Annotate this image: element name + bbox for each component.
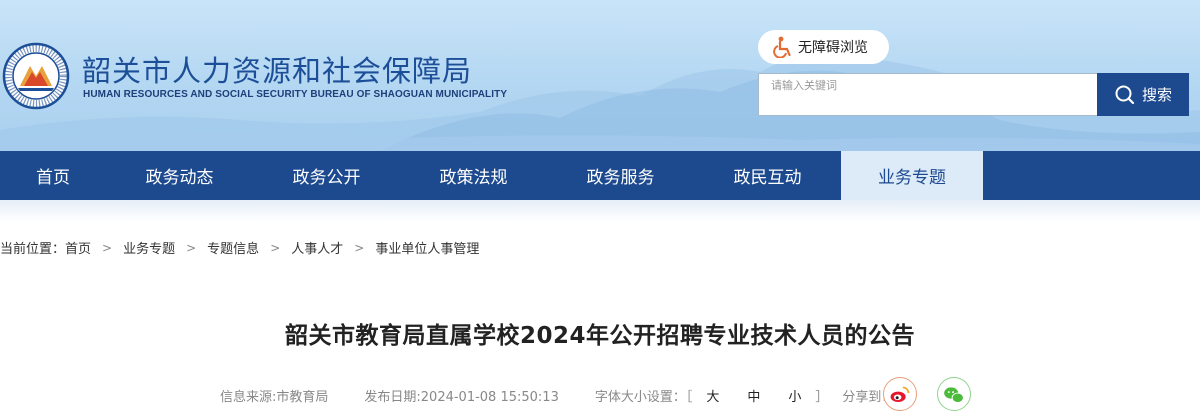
bureau-logo[interactable] <box>2 42 70 110</box>
nav-item-interaction[interactable]: 政民互动 <box>694 151 841 200</box>
breadcrumb-separator: > <box>270 240 281 255</box>
nav-item-topics[interactable]: 业务专题 <box>841 151 983 200</box>
wheelchair-icon <box>773 36 791 58</box>
breadcrumb-item-topics[interactable]: 业务专题 <box>123 238 175 257</box>
breadcrumb-item-institution-personnel[interactable]: 事业单位人事管理 <box>375 238 479 257</box>
font-size-label: 字体大小设置：［ <box>594 390 693 405</box>
font-size-small[interactable]: 小 <box>788 386 801 405</box>
font-size-medium[interactable]: 中 <box>747 386 760 405</box>
search-input[interactable] <box>759 76 1097 117</box>
site-header: 韶关市人力资源和社会保障局 HUMAN RESOURCES AND SOCIAL… <box>0 0 1200 151</box>
breadcrumb-separator: > <box>102 240 113 255</box>
article-source: 信息来源:市教育局 <box>220 390 329 405</box>
nav-shadow <box>0 200 1200 222</box>
nav-item-news[interactable]: 政务动态 <box>106 151 253 200</box>
article-title: 韶关市教育局直属学校2024年公开招聘专业技术人员的公告 <box>284 323 915 349</box>
accessibility-button[interactable]: 无障碍浏览 <box>758 30 889 64</box>
main-nav: 首页 政务动态 政务公开 政策法规 政务服务 政民互动 业务专题 <box>0 151 1200 200</box>
nav-item-home[interactable]: 首页 <box>0 151 106 200</box>
accessibility-label: 无障碍浏览 <box>798 40 868 56</box>
font-size-large[interactable]: 大 <box>706 386 719 405</box>
search-button-label: 搜索 <box>1141 86 1172 104</box>
breadcrumb-separator: > <box>354 240 365 255</box>
article-meta: 信息来源:市教育局 发布日期:2024-01-08 15:50:13 字体大小设… <box>220 386 894 405</box>
nav-item-services[interactable]: 政务服务 <box>547 151 694 200</box>
breadcrumb-item-topic-info[interactable]: 专题信息 <box>207 238 259 257</box>
breadcrumb-prefix: 当前位置： <box>0 242 66 257</box>
wechat-icon[interactable] <box>937 377 971 411</box>
breadcrumb-item-home[interactable]: 首页 <box>65 238 91 257</box>
article-published-date: 发布日期:2024-01-08 15:50:13 <box>364 390 559 405</box>
font-size-close: ］ <box>815 390 829 405</box>
weibo-icon[interactable] <box>883 377 917 411</box>
search-button[interactable]: 搜索 <box>1097 73 1189 116</box>
site-subtitle: HUMAN RESOURCES AND SOCIAL SECURITY BURE… <box>83 89 508 100</box>
breadcrumb-separator: > <box>186 240 197 255</box>
breadcrumb: 当前位置： 首页 > 业务专题 > 专题信息 > 人事人才 > 事业单位人事管理 <box>0 238 479 258</box>
search-icon <box>1115 85 1135 104</box>
nav-item-policy[interactable]: 政策法规 <box>400 151 547 200</box>
site-title: 韶关市人力资源和社会保障局 <box>82 54 473 88</box>
nav-item-disclosure[interactable]: 政务公开 <box>253 151 400 200</box>
breadcrumb-item-personnel[interactable]: 人事人才 <box>291 238 343 257</box>
search-box <box>758 73 1098 117</box>
